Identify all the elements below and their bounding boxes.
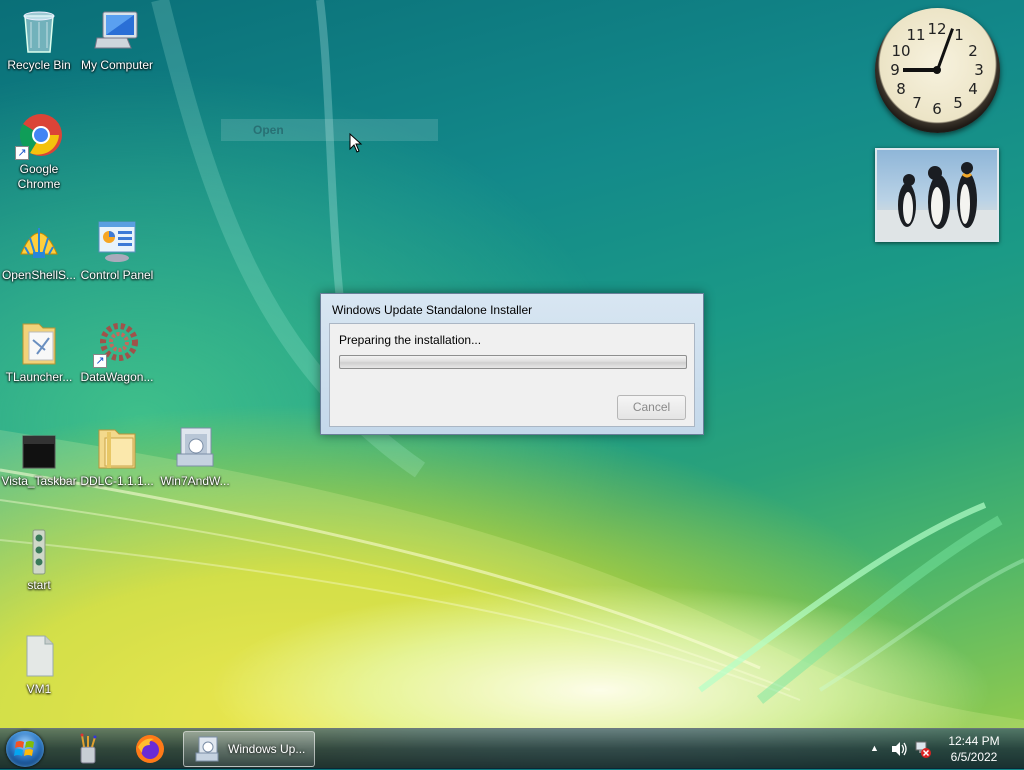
dialog-body: Preparing the installation... Cancel [329, 323, 695, 427]
desktop-icon-my-computer[interactable]: My Computer [78, 8, 156, 73]
quicklaunch-firefox-icon[interactable] [134, 733, 166, 765]
taskbar-button-label: Windows Up... [228, 742, 306, 756]
taskbar-date: 6/5/2022 [950, 750, 998, 764]
desktop-icon-label: Vista_Taskbar [1, 474, 77, 488]
clock-numeral: 10 [891, 42, 911, 60]
desktop-icon-label: DDLC-1.1.1... [80, 474, 154, 488]
windows-update-installer-dialog[interactable]: Windows Update Standalone Installer Prep… [320, 293, 704, 435]
desktop-icon-label: DataWagon... [80, 370, 154, 384]
batch-file-icon [15, 528, 63, 576]
folder-icon [15, 320, 63, 368]
clock-numeral: 5 [953, 94, 963, 112]
penguins-photo-icon [877, 162, 997, 240]
black-file-icon [15, 424, 63, 472]
taskbar-time: 12:44 PM [948, 734, 1000, 748]
folder-icon [93, 424, 141, 472]
show-hidden-icons-chevron[interactable]: ▲ [870, 743, 879, 753]
dialog-status-text: Preparing the installation... [339, 333, 482, 347]
slideshow-gadget[interactable] [875, 148, 999, 242]
desktop-icon-tlauncher[interactable]: TLauncher... [0, 320, 78, 385]
taskbar: Windows Up... ▲ 12:44 PM 6/5/2022 [0, 728, 1024, 769]
start-button[interactable] [6, 731, 44, 767]
recycle-bin-icon [15, 8, 63, 56]
desktop-icon-datawagon[interactable]: ↗ DataWagon... [78, 320, 156, 385]
desktop-icon-label: Recycle Bin [7, 58, 71, 72]
desktop-icon-label: start [27, 578, 51, 592]
desktop-icon-google-chrome[interactable]: ↗ Google Chrome [0, 112, 78, 192]
installation-progress-bar [339, 355, 687, 369]
desktop-icon-openshell[interactable]: OpenShellS... [0, 218, 78, 283]
desktop-icon-recycle-bin[interactable]: Recycle Bin [0, 8, 78, 73]
shortcut-arrow-icon: ↗ [93, 354, 107, 368]
gear-cluster-icon: ↗ [93, 320, 141, 368]
desktop-icon-ddlc[interactable]: DDLC-1.1.1... [78, 424, 156, 489]
clock-numeral: 6 [932, 100, 942, 118]
desktop-icon-label: OpenShellS... [1, 268, 77, 282]
desktop-icon-label: My Computer [80, 58, 154, 72]
clock-numeral: 3 [974, 61, 984, 79]
chrome-icon: ↗ [15, 112, 63, 160]
network-disconnected-icon[interactable] [914, 740, 932, 758]
desktop-icon-vista-taskbar[interactable]: Vista_Taskbar [0, 424, 78, 489]
clock-numeral: 2 [968, 42, 978, 60]
volume-icon[interactable] [890, 741, 908, 757]
taskbar-button-windows-update[interactable]: Windows Up... [183, 731, 315, 767]
installer-icon [171, 424, 219, 472]
clock-numeral: 8 [896, 80, 906, 98]
desktop-icon-label: Google Chrome [17, 162, 61, 191]
desktop-icon-label: Control Panel [80, 268, 154, 282]
windows-logo-icon [14, 741, 34, 756]
control-panel-icon [93, 218, 141, 266]
desktop-icon-control-panel[interactable]: Control Panel [78, 218, 156, 283]
desktop-icon-label: VM1 [26, 682, 52, 696]
clock-hour-hand [903, 68, 937, 72]
desktop-icon-win7andw[interactable]: Win7AndW... [156, 424, 234, 489]
seashell-icon [15, 218, 63, 266]
installer-icon [195, 736, 219, 762]
clock-gadget[interactable]: 12 1 2 3 4 5 6 7 8 9 10 11 [875, 8, 1000, 133]
desktop-icon-label: TLauncher... [5, 370, 73, 384]
shortcut-arrow-icon: ↗ [15, 146, 29, 160]
clock-numeral: 9 [890, 61, 900, 79]
desktop-icon-label: Win7AndW... [160, 474, 230, 488]
ghost-menu-item-open: Open [221, 119, 438, 141]
computer-icon [93, 8, 141, 56]
taskbar-clock[interactable]: 12:44 PM 6/5/2022 [940, 733, 1008, 765]
desktop-icon-start[interactable]: start [0, 528, 78, 593]
mouse-cursor-icon [349, 133, 363, 153]
clock-center-pin [933, 66, 941, 74]
clock-numeral: 11 [906, 26, 926, 44]
cancel-button[interactable]: Cancel [617, 395, 686, 420]
desktop-icon-vm1[interactable]: VM1 [0, 632, 78, 697]
dialog-title: Windows Update Standalone Installer [332, 303, 533, 317]
clock-numeral: 12 [927, 20, 947, 38]
blank-file-icon [15, 632, 63, 680]
quicklaunch-paint-icon[interactable] [72, 733, 104, 765]
